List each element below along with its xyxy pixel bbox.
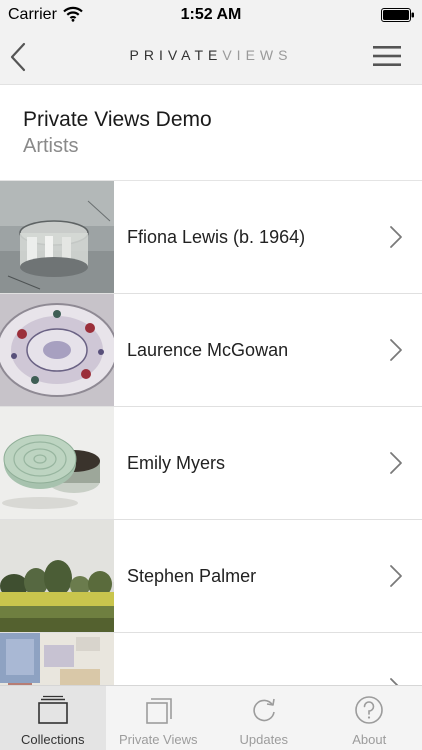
- status-bar: Carrier 1:52 AM: [0, 0, 422, 30]
- artist-thumbnail: [0, 407, 114, 519]
- question-circle-icon: [355, 696, 384, 724]
- chevron-right-icon: [390, 565, 402, 587]
- chevron-right-icon: [390, 678, 399, 685]
- artist-thumbnail: [0, 181, 114, 293]
- artist-thumbnail: [0, 633, 114, 685]
- tab-updates[interactable]: Updates: [211, 686, 317, 750]
- artist-row[interactable]: Laurence McGowan: [0, 294, 422, 407]
- chevron-right-icon: [390, 339, 402, 361]
- tab-private-views[interactable]: Private Views: [106, 686, 212, 750]
- tab-label: About: [352, 732, 387, 747]
- hamburger-menu-icon[interactable]: [372, 43, 402, 69]
- artist-thumbnail: [0, 294, 114, 406]
- page-title: Private Views Demo: [23, 108, 212, 131]
- page-header: Private Views Demo Artists: [0, 86, 422, 181]
- collections-icon: [37, 695, 68, 724]
- logo-word-private: PRIVATE: [129, 47, 223, 63]
- refresh-icon: [253, 698, 275, 722]
- artist-name: Emily Myers: [127, 453, 225, 473]
- battery-icon: [381, 8, 414, 22]
- page-subtitle: Artists: [23, 135, 79, 157]
- artist-list: Ffiona Lewis (b. 1964) Laurence McGowan: [0, 181, 422, 685]
- artist-name: Stephen Palmer: [127, 566, 257, 586]
- app-logo: PRIVATEVIEWS: [0, 47, 422, 63]
- chevron-right-icon: [390, 226, 402, 248]
- private-views-icon: [146, 698, 173, 724]
- artist-name: Ffiona Lewis (b. 1964): [127, 227, 306, 247]
- chevron-right-icon: [390, 452, 402, 474]
- artist-row[interactable]: Stephen Palmer: [0, 520, 422, 633]
- tab-about[interactable]: About: [317, 686, 422, 750]
- artist-row[interactable]: [0, 633, 422, 685]
- artist-row[interactable]: Ffiona Lewis (b. 1964): [0, 181, 422, 294]
- navigation-bar: PRIVATEVIEWS: [0, 30, 422, 85]
- artist-row[interactable]: Emily Myers: [0, 407, 422, 520]
- logo-word-views: VIEWS: [222, 47, 293, 63]
- tab-bar: Collections Private Views Updates About: [0, 685, 422, 750]
- clock-time: 1:52 AM: [180, 6, 242, 23]
- artist-thumbnail: [0, 520, 114, 632]
- tab-label: Collections: [20, 732, 85, 747]
- artist-name: Laurence McGowan: [127, 340, 289, 360]
- tab-label: Updates: [239, 732, 288, 747]
- tab-collections[interactable]: Collections: [0, 686, 106, 750]
- tab-label: Private Views: [118, 732, 198, 747]
